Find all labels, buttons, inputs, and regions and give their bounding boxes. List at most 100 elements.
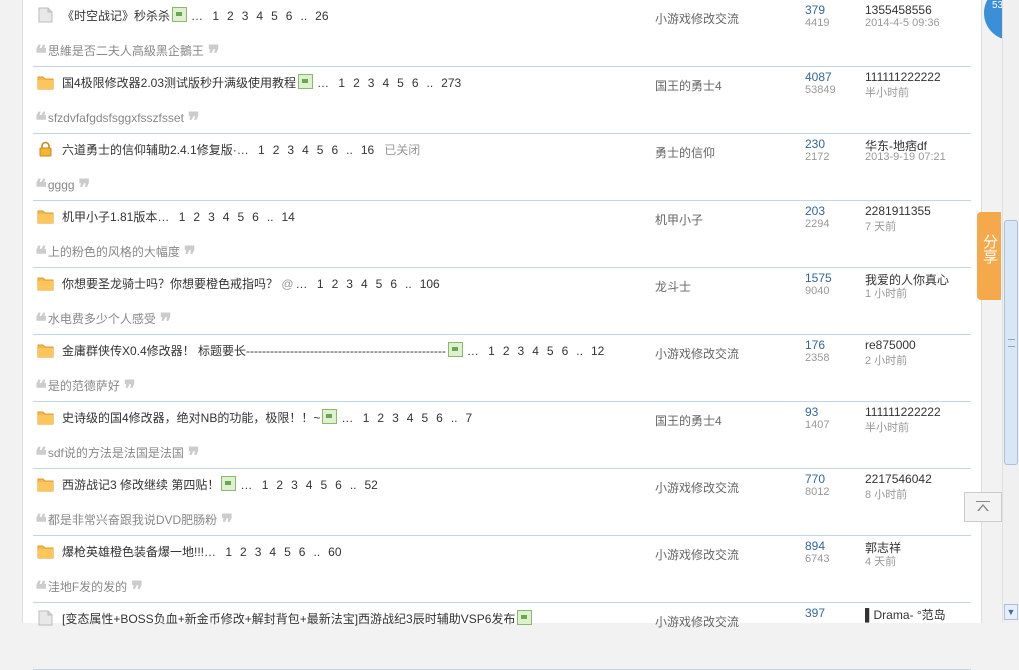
page-link[interactable]: 2 <box>276 478 283 492</box>
reply-count[interactable]: 379 <box>805 3 825 17</box>
reply-count[interactable]: 4087 <box>805 70 832 84</box>
page-link[interactable]: 1 <box>317 277 324 291</box>
page-link[interactable]: 6 <box>412 76 419 90</box>
page-link[interactable]: 2 <box>273 143 280 157</box>
page-link[interactable]: 2 <box>193 210 200 224</box>
last-post-time[interactable]: 1 小时前 <box>865 285 907 301</box>
reply-count[interactable]: 770 <box>805 472 825 486</box>
reply-count[interactable]: 230 <box>805 137 825 151</box>
forum-link[interactable]: 小游戏修改交流 <box>655 613 739 630</box>
page-link[interactable]: 3 <box>242 9 249 23</box>
page-link[interactable]: 4 <box>407 411 414 425</box>
page-link[interactable]: 6 <box>436 411 443 425</box>
page-link[interactable]: 3 <box>291 478 298 492</box>
scrollbar-thumb[interactable] <box>1004 220 1018 465</box>
thread-title-link[interactable]: 爆枪英雄橙色装备爆一地!!! <box>62 545 204 559</box>
last-poster-link[interactable]: 111111222222 <box>865 70 941 84</box>
forum-link[interactable]: 龙斗士 <box>655 278 691 295</box>
thread-title-link[interactable]: 你想要圣龙骑士吗？你想要橙色戒指吗？ <box>62 277 278 291</box>
page-link[interactable]: 3 <box>287 143 294 157</box>
page-link[interactable]: 5 <box>547 344 554 358</box>
page-link[interactable]: 5 <box>271 9 278 23</box>
page-link[interactable]: 4 <box>361 277 368 291</box>
last-poster-link[interactable]: 1355458556 <box>865 3 932 17</box>
page-link[interactable]: 5 <box>320 478 327 492</box>
page-link[interactable]: 3 <box>208 210 215 224</box>
last-poster-link[interactable]: 2217546042 <box>865 472 932 486</box>
forum-link[interactable]: 小游戏修改交流 <box>655 479 739 496</box>
thread-title-link[interactable]: 史诗级的国4修改器，绝对NB的功能，极限！！~ <box>62 411 320 425</box>
page-link[interactable]: 1 <box>225 545 232 559</box>
page-link[interactable]: 3 <box>255 545 262 559</box>
page-link[interactable]: 2 <box>503 344 510 358</box>
page-link[interactable]: 3 <box>368 76 375 90</box>
thread-title-link[interactable]: 机甲小子1.81版本 <box>62 210 157 224</box>
back-to-top-button[interactable] <box>964 492 1002 522</box>
page-link[interactable]: 3 <box>346 277 353 291</box>
page-link[interactable]: 14 <box>282 210 295 224</box>
page-link[interactable]: 6 <box>390 277 397 291</box>
page-link[interactable]: 6 <box>562 344 569 358</box>
forum-link[interactable]: 国王的勇士4 <box>655 412 722 429</box>
reply-count[interactable]: 894 <box>805 539 825 553</box>
page-link[interactable]: 4 <box>269 545 276 559</box>
page-link[interactable]: 3 <box>392 411 399 425</box>
page-link[interactable]: 5 <box>376 277 383 291</box>
page-link[interactable]: 6 <box>335 478 342 492</box>
page-link[interactable]: 1 <box>179 210 186 224</box>
forum-link[interactable]: 小游戏修改交流 <box>655 345 739 362</box>
page-link[interactable]: 4 <box>302 143 309 157</box>
last-post-time[interactable]: 7 天前 <box>865 218 896 234</box>
reply-count[interactable]: 203 <box>805 204 825 218</box>
reply-count[interactable]: 397 <box>805 606 825 620</box>
page-link[interactable]: 3 <box>518 344 525 358</box>
share-button[interactable]: 分享 <box>977 212 1001 300</box>
page-link[interactable]: 6 <box>286 9 293 23</box>
thread-title-link[interactable]: 西游战记3 修改继续 第四贴！ <box>62 478 219 492</box>
page-link[interactable]: 7 <box>466 411 473 425</box>
forum-link[interactable]: 小游戏修改交流 <box>655 10 739 27</box>
page-link[interactable]: 1 <box>212 9 219 23</box>
forum-link[interactable]: 小游戏修改交流 <box>655 546 739 563</box>
thread-title-link[interactable]: 国4极限修改器2.03测试版秒升满级使用教程 <box>62 76 296 90</box>
last-poster-link[interactable]: re875000 <box>865 338 916 352</box>
page-link[interactable]: 1 <box>363 411 370 425</box>
page-link[interactable]: 106 <box>420 277 440 291</box>
last-post-time[interactable]: 8 小时前 <box>865 486 907 502</box>
reply-count[interactable]: 176 <box>805 338 825 352</box>
page-link[interactable]: 5 <box>237 210 244 224</box>
page-link[interactable]: 5 <box>397 76 404 90</box>
page-link[interactable]: 5 <box>284 545 291 559</box>
page-link[interactable]: 5 <box>421 411 428 425</box>
last-poster-link[interactable]: ▌Drama- °范岛 <box>865 606 946 623</box>
last-post-time[interactable]: 半小时前 <box>865 419 909 435</box>
page-link[interactable]: 16 <box>361 143 374 157</box>
reply-count[interactable]: 93 <box>805 405 818 419</box>
page-link[interactable]: 2 <box>353 76 360 90</box>
thread-title-link[interactable]: 《时空战记》秒杀杀 <box>62 9 170 23</box>
last-post-time[interactable]: 2013-9-19 07:21 <box>865 151 946 163</box>
page-link[interactable]: 60 <box>328 545 341 559</box>
page-link[interactable]: 4 <box>382 76 389 90</box>
vertical-scrollbar[interactable]: ▼ <box>1002 0 1019 623</box>
last-poster-link[interactable]: 2281911355 <box>865 204 931 218</box>
last-post-time[interactable]: 半小时前 <box>865 84 909 100</box>
forum-link[interactable]: 勇士的信仰 <box>655 144 715 161</box>
page-link[interactable]: 273 <box>441 76 461 90</box>
page-link[interactable]: 26 <box>315 9 328 23</box>
page-link[interactable]: 6 <box>252 210 259 224</box>
scroll-down-arrow[interactable]: ▼ <box>1004 604 1018 620</box>
page-link[interactable]: 52 <box>364 478 377 492</box>
page-link[interactable]: 12 <box>591 344 604 358</box>
last-poster-link[interactable]: 111111222222 <box>865 405 941 419</box>
page-link[interactable]: 4 <box>223 210 230 224</box>
page-link[interactable]: 2 <box>377 411 384 425</box>
page-link[interactable]: 6 <box>331 143 338 157</box>
thread-title-link[interactable]: 六道勇士的信仰辅助2.4.1修复版· <box>62 143 237 157</box>
page-link[interactable]: 1 <box>262 478 269 492</box>
last-post-time[interactable]: 2 小时前 <box>865 352 907 368</box>
forum-link[interactable]: 机甲小子 <box>655 211 703 228</box>
page-link[interactable]: 4 <box>532 344 539 358</box>
page-link[interactable]: 2 <box>227 9 234 23</box>
thread-title-link[interactable]: [变态属性+BOSS负血+新金币修改+解封背包+最新法宝]西游战纪3辰时辅助VS… <box>62 612 515 626</box>
